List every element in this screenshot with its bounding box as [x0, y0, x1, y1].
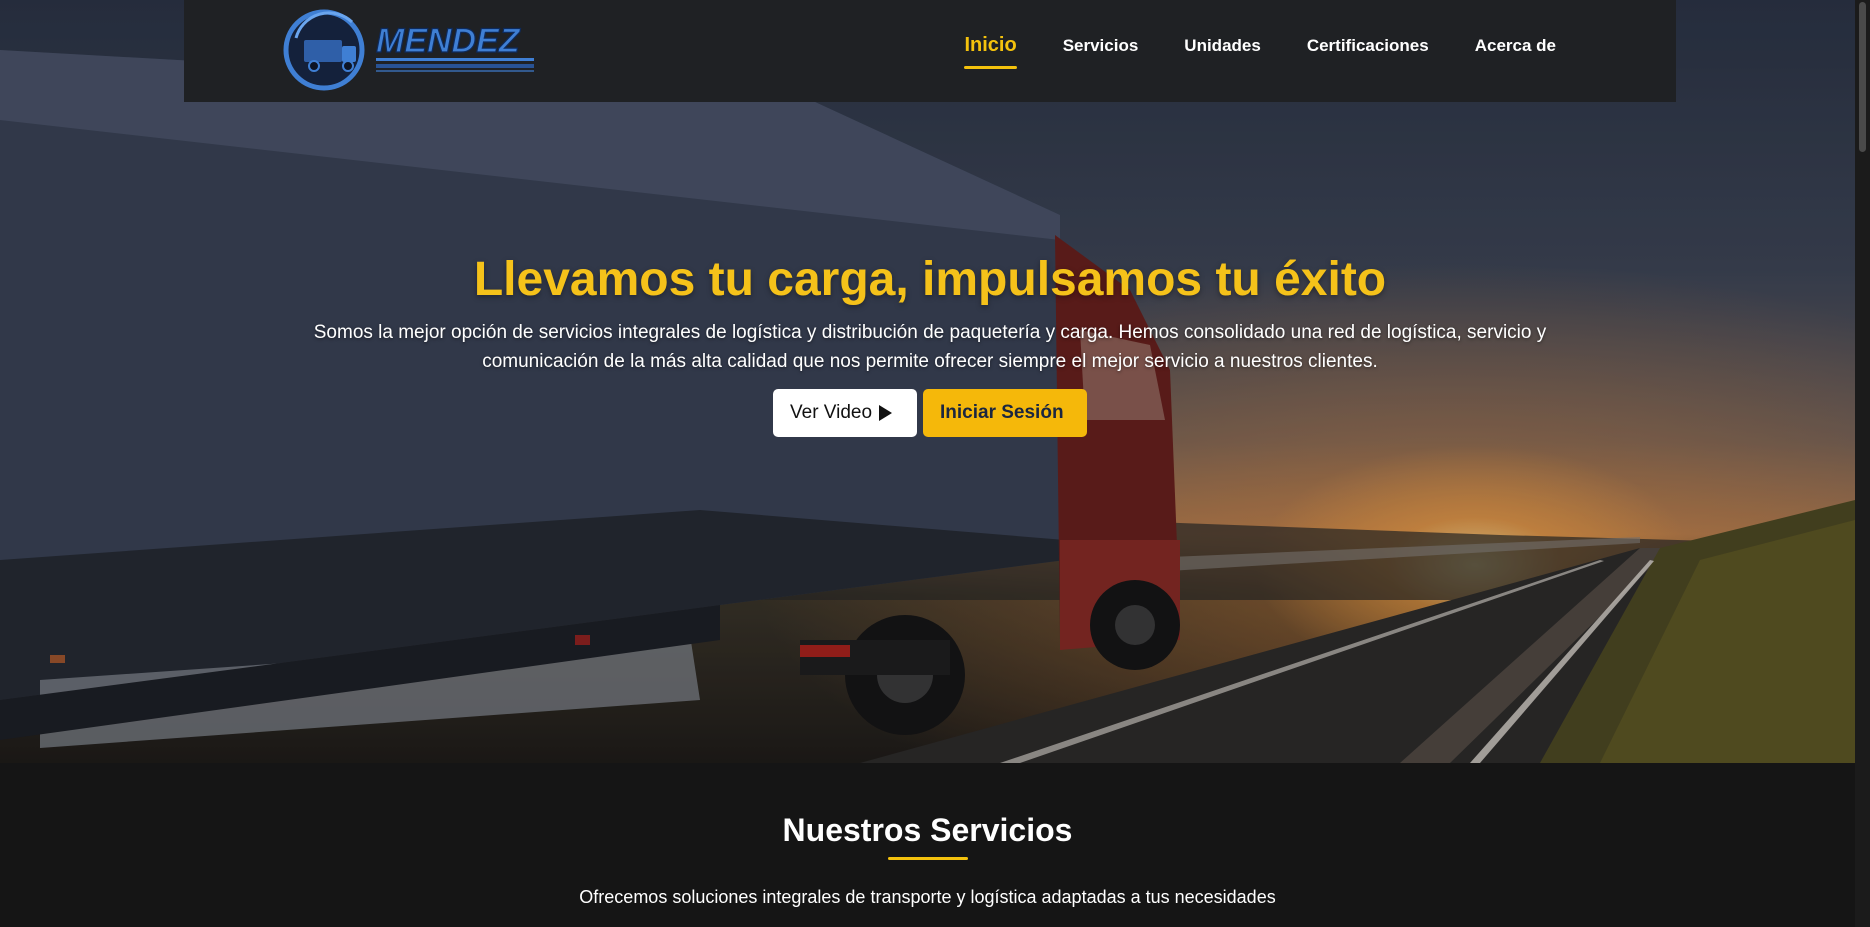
nav-item-unidades[interactable]: Unidades [1184, 36, 1261, 65]
hero-description: Somos la mejor opción de servicios integ… [313, 322, 1547, 372]
nav-item-inicio[interactable]: Inicio [964, 34, 1017, 69]
scrollbar-thumb[interactable] [1859, 2, 1866, 152]
services-section: Nuestros Servicios Ofrecemos soluciones … [0, 763, 1855, 927]
page-scrollbar[interactable] [1855, 0, 1870, 927]
services-title: Nuestros Servicios [782, 812, 1073, 848]
page: Llevamos tu carga, impulsamos tu éxito S… [0, 0, 1870, 927]
login-label: Iniciar Sesión [940, 402, 1064, 423]
brand-name: MENDEZ [376, 22, 521, 60]
services-title-underline [887, 857, 968, 860]
services-subtitle: Ofrecemos soluciones integrales de trans… [579, 887, 1276, 907]
watch-video-label: Ver Video [790, 402, 873, 423]
mendez-logo[interactable]: MENDEZ [282, 8, 542, 92]
hero-buttons: Ver Video Iniciar Sesión [0, 389, 1855, 437]
login-button[interactable]: Iniciar Sesión [923, 389, 1087, 437]
nav-item-servicios[interactable]: Servicios [1063, 36, 1139, 65]
play-icon [879, 405, 893, 421]
hero-title: Llevamos tu carga, impulsamos tu éxito [473, 253, 1387, 306]
site-header: MENDEZ Inicio Servicios Unidades Certifi… [184, 0, 1676, 102]
hero-content: Llevamos tu carga, impulsamos tu éxito S… [0, 250, 1855, 437]
nav-item-certificaciones[interactable]: Certificaciones [1307, 36, 1429, 65]
hero-section: Llevamos tu carga, impulsamos tu éxito S… [0, 0, 1855, 763]
main-nav: Inicio Servicios Unidades Certificacione… [964, 34, 1556, 69]
nav-item-acerca-de[interactable]: Acerca de [1475, 36, 1556, 65]
truck-logo-icon: MENDEZ [283, 9, 534, 91]
watch-video-button[interactable]: Ver Video [773, 389, 917, 437]
